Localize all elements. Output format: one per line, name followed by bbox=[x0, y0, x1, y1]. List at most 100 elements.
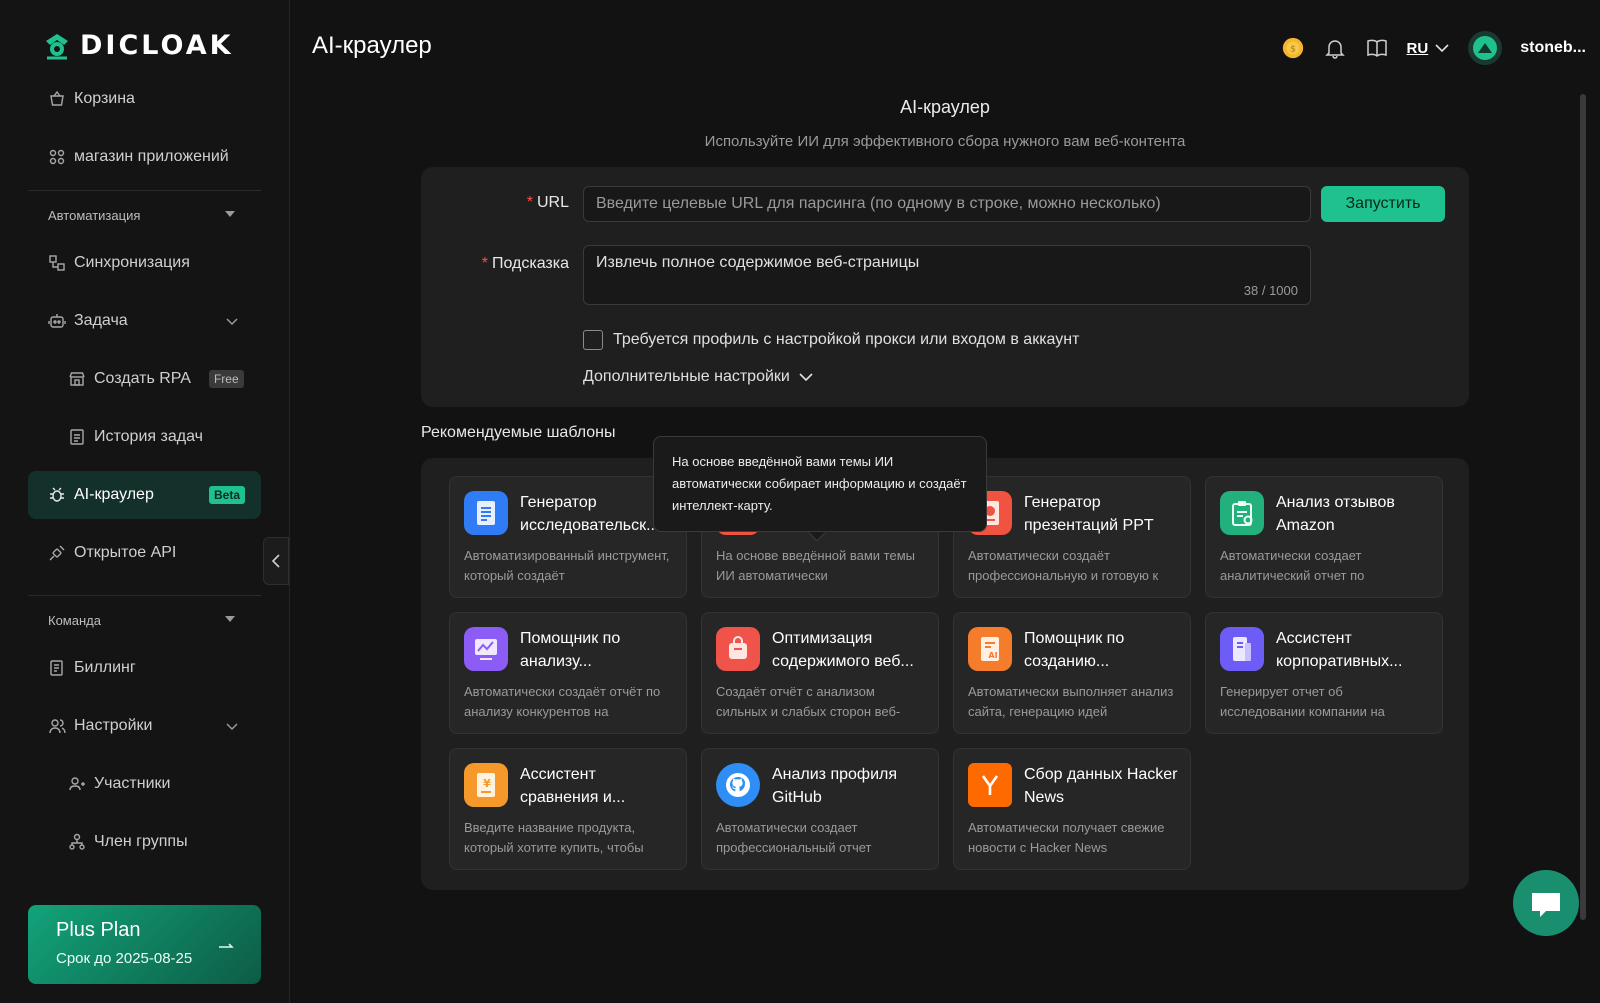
user-group-icon bbox=[68, 775, 86, 793]
url-input[interactable]: Введите целевые URL для парсинга (по одн… bbox=[583, 186, 1311, 222]
avatar[interactable] bbox=[1468, 31, 1503, 65]
template-desc: Генерирует отчет об исследовании компани… bbox=[1220, 684, 1385, 719]
sidebar-item-label: Биллинг bbox=[74, 659, 136, 676]
document-icon bbox=[464, 491, 508, 535]
sidebar-item-ai-crawler[interactable]: AI-краулер Beta bbox=[28, 471, 261, 519]
language-selector[interactable]: RU bbox=[1407, 40, 1451, 57]
sidebar-item-sync[interactable]: Синхронизация bbox=[28, 239, 261, 287]
sidebar-item-label: Задача bbox=[74, 312, 128, 329]
section-automation[interactable]: Автоматизация bbox=[28, 195, 261, 235]
sidebar: DICLOAK Корзина магазин приложений Автом… bbox=[0, 0, 290, 1003]
chat-support-button[interactable] bbox=[1513, 870, 1579, 936]
template-card-ppt[interactable]: Генератор презентаций PPT Автоматически … bbox=[953, 476, 1191, 598]
page-title: AI-краулер bbox=[312, 32, 432, 59]
caret-down-icon bbox=[225, 616, 235, 622]
templates-heading: Рекомендуемые шаблоны bbox=[421, 424, 616, 441]
chevron-down-icon bbox=[226, 723, 238, 731]
free-badge: Free bbox=[208, 370, 244, 388]
template-desc: Автоматизированный инструмент, который с… bbox=[464, 548, 670, 583]
caret-down-icon bbox=[225, 211, 235, 217]
arrow-right-icon bbox=[219, 943, 234, 948]
bag-icon bbox=[716, 627, 760, 671]
sidebar-item-label: Открытое API bbox=[74, 544, 177, 561]
template-desc: Автоматически создает аналитический отче… bbox=[1220, 548, 1365, 583]
beta-badge: Beta bbox=[208, 486, 245, 504]
sidebar-item-label: Член группы bbox=[94, 833, 188, 850]
chevron-down-icon bbox=[799, 373, 813, 382]
template-name: Ассистент сравнения и... bbox=[520, 766, 626, 806]
sidebar-item-cart[interactable]: Корзина bbox=[28, 75, 261, 123]
template-card-content-optimization[interactable]: Оптимизация содержимого веб... Создаёт о… bbox=[701, 612, 939, 734]
sidebar-item-members[interactable]: Участники bbox=[28, 760, 261, 808]
hint-value: Извлечь полное содержимое веб-страницы bbox=[596, 254, 920, 271]
template-card-hacker-news[interactable]: Сбор данных Hacker News Автоматически по… bbox=[953, 748, 1191, 870]
proxy-checkbox[interactable] bbox=[583, 330, 603, 350]
sidebar-item-label: История задач bbox=[94, 428, 203, 445]
sidebar-item-task-history[interactable]: История задач bbox=[28, 413, 261, 461]
sync-icon bbox=[48, 254, 66, 272]
org-chart-icon bbox=[68, 833, 86, 851]
bell-icon[interactable] bbox=[1323, 36, 1347, 60]
template-name: Помощник по созданию... bbox=[1024, 630, 1125, 670]
sidebar-item-settings[interactable]: Настройки bbox=[28, 702, 261, 750]
section-team[interactable]: Команда bbox=[28, 600, 261, 640]
chart-line-icon bbox=[464, 627, 508, 671]
sidebar-item-create-rpa[interactable]: Создать RPA Free bbox=[28, 355, 261, 403]
github-icon bbox=[716, 763, 760, 807]
hacker-news-icon bbox=[968, 763, 1012, 807]
proxy-checkbox-row[interactable]: Требуется профиль с настройкой прокси ил… bbox=[583, 330, 1079, 350]
language-code: RU bbox=[1406, 39, 1429, 57]
sidebar-item-open-api[interactable]: Открытое API bbox=[28, 529, 261, 577]
document-icon bbox=[68, 428, 86, 446]
hint-char-counter: 38 / 1000 bbox=[1243, 283, 1298, 298]
template-desc: Автоматически выполняет анализ сайта, ге… bbox=[968, 684, 1174, 719]
plan-card[interactable]: Plus Plan Срок до 2025-08-25 bbox=[28, 905, 261, 984]
plan-expiry: Срок до 2025-08-25 bbox=[56, 950, 193, 967]
template-desc: Введите название продукта, который хотит… bbox=[464, 820, 644, 855]
template-card-amazon[interactable]: Анализ отзывов Amazon Автоматически созд… bbox=[1205, 476, 1443, 598]
chevron-down-icon bbox=[1435, 44, 1449, 53]
username[interactable]: stoneb... bbox=[1520, 39, 1586, 57]
store-icon bbox=[68, 370, 86, 388]
run-button[interactable]: Запустить bbox=[1321, 186, 1445, 222]
book-icon[interactable] bbox=[1365, 36, 1389, 60]
template-desc: Автоматически создает профессиональный о… bbox=[716, 820, 872, 855]
sidebar-item-billing[interactable]: Биллинг bbox=[28, 644, 261, 692]
logo[interactable]: DICLOAK bbox=[42, 30, 234, 61]
template-name: Сбор данных Hacker News bbox=[1024, 766, 1178, 806]
sidebar-item-label: Синхронизация bbox=[74, 254, 190, 271]
svg-text:AI: AI bbox=[988, 651, 997, 660]
sidebar-item-task[interactable]: Задача bbox=[28, 297, 261, 345]
template-card-price-compare[interactable]: ¥ Ассистент сравнения и... Введите назва… bbox=[449, 748, 687, 870]
template-card-content-creation[interactable]: AI Помощник по созданию... Автоматически… bbox=[953, 612, 1191, 734]
hint-textarea[interactable]: Извлечь полное содержимое веб-страницы 3… bbox=[583, 245, 1311, 305]
advanced-settings-toggle[interactable]: Дополнительные настройки bbox=[583, 368, 814, 386]
app-root: DICLOAK Корзина магазин приложений Автом… bbox=[0, 0, 1600, 1003]
url-placeholder: Введите целевые URL для парсинга (по одн… bbox=[596, 195, 1161, 212]
sidebar-item-group-member[interactable]: Член группы bbox=[28, 818, 261, 866]
template-card-competitor[interactable]: Помощник по анализу... Автоматически соз… bbox=[449, 612, 687, 734]
apps-grid-icon bbox=[48, 148, 66, 166]
ai-document-icon: AI bbox=[968, 627, 1012, 671]
sidebar-item-app-store[interactable]: магазин приложений bbox=[28, 133, 261, 181]
template-name: Генератор презентаций PPT bbox=[1024, 494, 1154, 534]
template-tooltip: На основе введённой вами темы ИИ автомат… bbox=[653, 436, 987, 532]
template-name: Анализ отзывов Amazon bbox=[1276, 494, 1395, 534]
template-name: Помощник по анализу... bbox=[520, 630, 621, 670]
template-card-research[interactable]: Генератор исследовательск... Автоматизир… bbox=[449, 476, 687, 598]
proxy-checkbox-label: Требуется профиль с настройкой прокси ил… bbox=[613, 331, 1080, 348]
template-card-corporate[interactable]: Ассистент корпоративных... Генерирует от… bbox=[1205, 612, 1443, 734]
template-card-github[interactable]: Анализ профиля GitHub Автоматически созд… bbox=[701, 748, 939, 870]
coin-icon[interactable]: $ bbox=[1281, 36, 1305, 60]
sidebar-item-label: Создать RPA bbox=[94, 370, 191, 387]
plan-title: Plus Plan bbox=[56, 919, 141, 941]
chevron-down-icon bbox=[226, 318, 238, 326]
price-document-icon: ¥ bbox=[464, 763, 508, 807]
sidebar-item-label: Настройки bbox=[74, 717, 153, 734]
svg-text:$: $ bbox=[1290, 44, 1296, 55]
main-scrollbar[interactable] bbox=[1580, 94, 1586, 920]
robot-icon bbox=[48, 312, 66, 330]
template-desc: Автоматически получает свежие новости с … bbox=[968, 820, 1165, 855]
sidebar-collapse-button[interactable] bbox=[263, 537, 289, 585]
template-desc: Создаёт отчёт с анализом сильных и слабы… bbox=[716, 684, 901, 719]
